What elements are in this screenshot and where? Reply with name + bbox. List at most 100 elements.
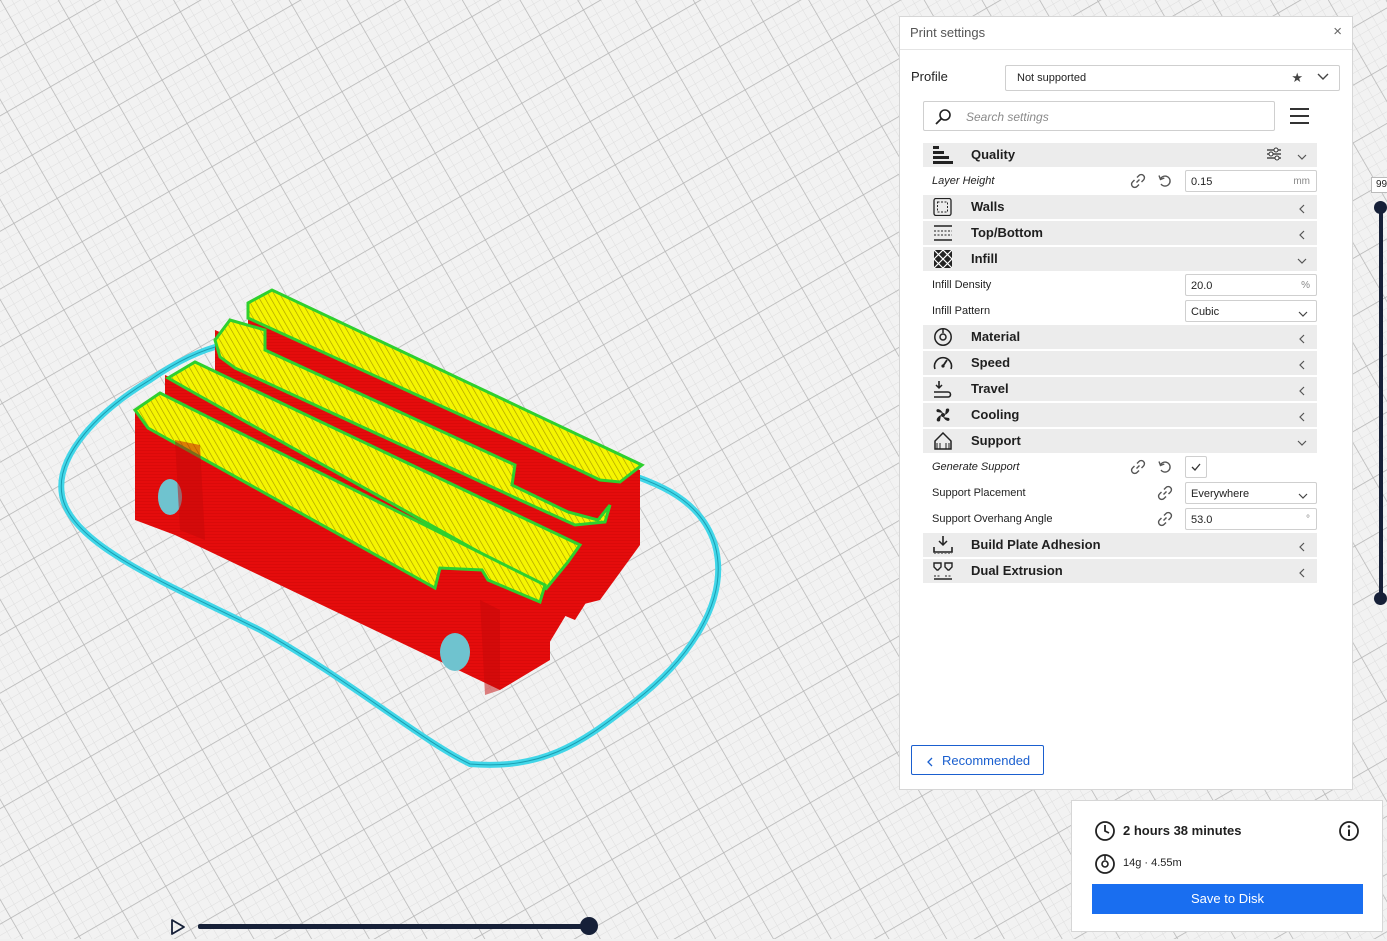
chevron-left-icon [1297,357,1307,375]
setting-label: Infill Pattern [932,305,991,317]
setting-layer-height: Layer Height 0.15 mm [923,169,1317,193]
field-value: Everywhere [1191,488,1250,500]
profile-value: Not supported [1017,72,1087,84]
chevron-down-icon [1298,488,1308,506]
field-value: 20.0 [1191,280,1213,292]
category-quality[interactable]: Quality [923,143,1317,167]
category-support[interactable]: Support [923,429,1317,453]
category-label: Travel [971,381,1009,396]
quality-icon [933,146,953,164]
chevron-left-icon [926,755,934,770]
link-icon[interactable] [1130,459,1146,475]
infill-density-input[interactable]: 20.0 % [1185,274,1317,296]
setting-support-placement: Support Placement Everywhere [923,481,1317,505]
dual-extrusion-icon [933,562,953,580]
category-label: Material [971,329,1021,344]
layer-slider-track[interactable] [1379,207,1383,599]
setting-label: Infill Density [932,279,992,291]
category-travel[interactable]: Travel [923,377,1317,401]
cooling-icon [933,406,953,424]
info-icon[interactable] [1338,820,1360,847]
category-speed[interactable]: Speed [923,351,1317,375]
settings-list: Quality Layer Height 0.15 mm Walls Top/B… [923,143,1317,585]
category-label: Cooling [971,407,1020,422]
support-icon [933,431,953,450]
field-value: 0.15 [1191,176,1213,188]
layer-slider-bottom-handle[interactable] [1374,592,1387,605]
chevron-left-icon [1297,383,1307,401]
print-settings-panel: Print settings × Profile Not supported ★… [899,16,1353,790]
setting-infill-pattern: Infill Pattern Cubic [923,299,1317,323]
play-icon[interactable] [170,918,186,941]
material-icon [933,328,953,346]
menu-icon[interactable] [1290,107,1310,125]
setting-overhang-angle: Support Overhang Angle 53.0 ° [923,507,1317,531]
spool-icon [1094,853,1116,880]
link-icon[interactable] [1130,173,1146,189]
search-box[interactable] [923,101,1275,131]
category-label: Build Plate Adhesion [971,537,1101,552]
support-placement-select[interactable]: Everywhere [1185,482,1317,504]
panel-header: Print settings × [900,17,1352,50]
category-label: Walls [971,199,1005,214]
chevron-left-icon [1297,201,1307,219]
category-infill[interactable]: Infill [923,247,1317,271]
category-walls[interactable]: Walls [923,195,1317,219]
category-build-plate-adhesion[interactable]: Build Plate Adhesion [923,533,1317,557]
category-label: Infill [971,251,998,266]
link-icon[interactable] [1157,485,1173,501]
category-top-bottom[interactable]: Top/Bottom [923,221,1317,245]
field-unit: mm [1293,176,1310,187]
adhesion-icon [933,536,953,555]
simulation-slider-track[interactable] [198,924,590,929]
category-dual-extrusion[interactable]: Dual Extrusion [923,559,1317,583]
layer-slider-top-handle[interactable] [1374,201,1387,214]
infill-pattern-select[interactable]: Cubic [1185,300,1317,322]
setting-label: Support Placement [932,487,1026,499]
reset-icon[interactable] [1157,459,1173,475]
recommended-button[interactable]: Recommended [911,745,1044,775]
chevron-down-icon [1297,253,1307,271]
category-material[interactable]: Material [923,325,1317,349]
chevron-left-icon [1297,409,1307,427]
field-value: 53.0 [1191,514,1213,526]
reset-icon[interactable] [1157,173,1173,189]
link-icon[interactable] [1157,511,1173,527]
walls-icon [933,197,953,217]
search-input[interactable] [964,106,1268,128]
setting-label: Support Overhang Angle [932,513,1053,525]
category-label: Dual Extrusion [971,563,1063,578]
chevron-left-icon [1297,331,1307,349]
category-label: Support [971,433,1021,448]
clock-icon [1094,820,1116,847]
print-time: 2 hours 38 minutes [1123,823,1242,838]
field-value: Cubic [1191,306,1220,318]
category-label: Quality [971,147,1016,162]
infill-icon [933,249,953,269]
generate-support-checkbox[interactable] [1185,456,1207,478]
profile-dropdown[interactable]: Not supported ★ [1005,65,1340,91]
layer-height-input[interactable]: 0.15 mm [1185,170,1317,192]
simulation-slider-handle[interactable] [580,917,598,935]
field-unit: ° [1306,514,1310,525]
category-label: Top/Bottom [971,225,1043,240]
save-to-disk-button[interactable]: Save to Disk [1092,884,1363,914]
star-icon[interactable]: ★ [1291,70,1303,86]
setting-label: Layer Height [932,175,995,187]
chevron-left-icon [1297,227,1307,245]
close-icon[interactable]: × [1333,23,1342,40]
sliders-icon[interactable] [1267,147,1281,166]
chevron-down-icon [1298,306,1308,324]
search-icon [934,108,952,131]
speed-icon [933,354,953,372]
overhang-angle-input[interactable]: 53.0 ° [1185,508,1317,530]
panel-title: Print settings [910,25,986,40]
layer-number-input[interactable]: 99 [1371,177,1387,193]
material-usage: 14g · 4.55m [1123,857,1182,869]
field-unit: % [1301,280,1310,291]
category-cooling[interactable]: Cooling [923,403,1317,427]
category-label: Speed [971,355,1011,370]
profile-label: Profile [911,69,948,84]
recommended-label: Recommended [942,753,1031,768]
chevron-down-icon [1297,435,1307,453]
